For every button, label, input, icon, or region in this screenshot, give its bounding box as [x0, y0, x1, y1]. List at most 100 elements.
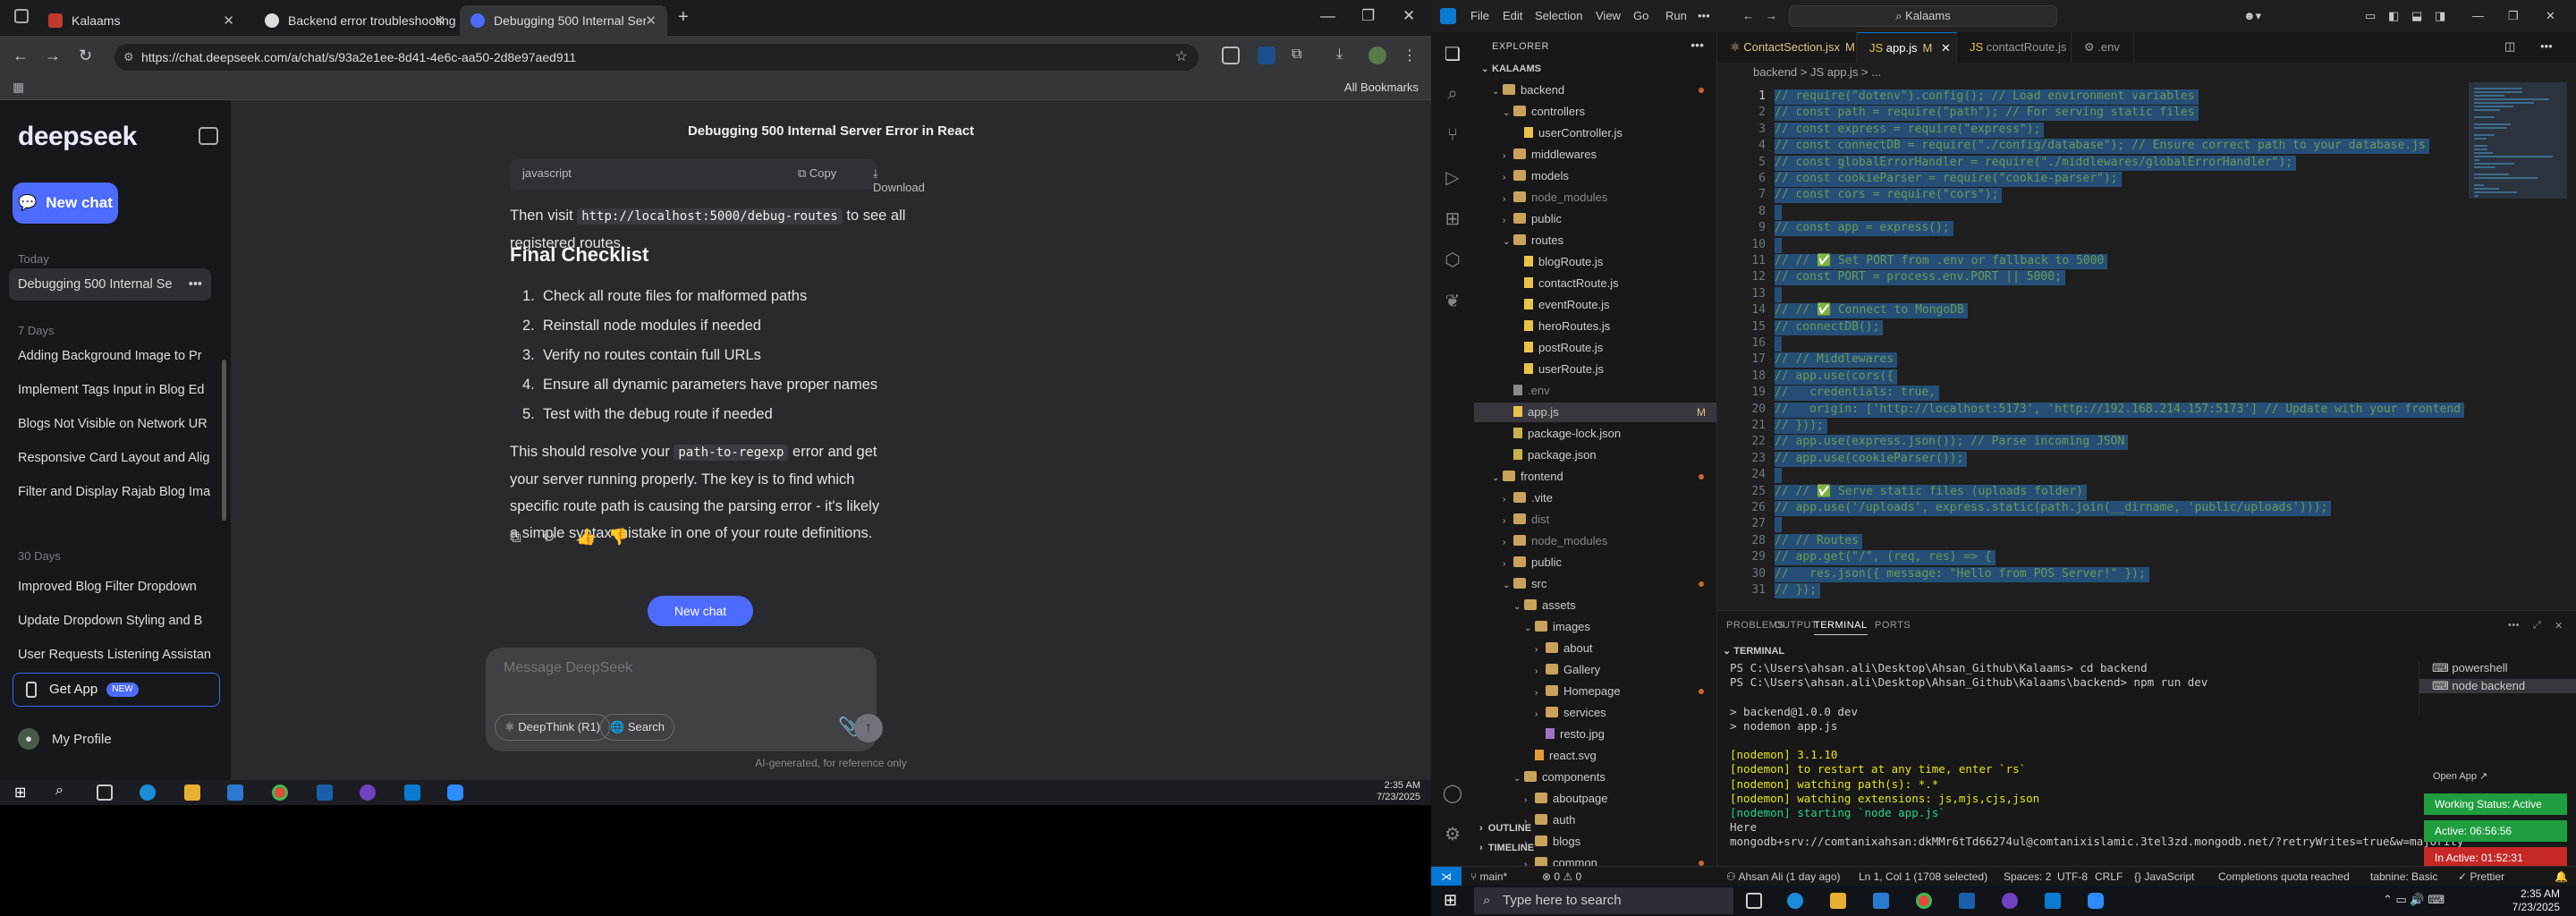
bookmark-star-icon[interactable]: ☆ — [1175, 44, 1188, 71]
copy-icon[interactable]: ⧉ — [510, 528, 528, 546]
zoom-icon[interactable] — [447, 785, 463, 801]
profile-avatar[interactable] — [1368, 47, 1386, 64]
panel-tab-terminal[interactable]: TERMINAL — [1814, 620, 1868, 635]
tree-file[interactable]: react.svg — [1474, 746, 1716, 766]
cursor-position[interactable]: Ln 1, Col 1 (1708 selected) — [1859, 867, 1987, 886]
deepthink-button[interactable]: ⚛ DeepThink (R1) — [495, 714, 611, 741]
toggle-panel-icon[interactable]: ⬓ — [2411, 9, 2422, 23]
nav-back-icon[interactable]: ← — [1742, 9, 1754, 22]
code-line[interactable]: // app.get("/", (req, res) => { — [1775, 550, 1996, 566]
chat-item[interactable]: Filter and Display Rajab Blog Ima — [9, 476, 211, 508]
close-window-icon[interactable]: ✕ — [2546, 9, 2555, 23]
tree-file[interactable]: contactRoute.js — [1474, 274, 1716, 293]
file-explorer-icon[interactable] — [1830, 893, 1846, 909]
windows-start-icon[interactable]: ⊞ — [14, 784, 30, 801]
chrome-icon[interactable] — [1916, 893, 1932, 909]
tree-file[interactable]: package.json — [1474, 445, 1716, 465]
code-line[interactable]: // app.use(cors({ — [1775, 369, 1898, 385]
accounts-icon[interactable]: ◯ — [1442, 782, 1463, 803]
tabnine-status[interactable]: tabnine: Basic — [2370, 867, 2437, 886]
tree-folder[interactable]: › aboutpage — [1474, 789, 1716, 809]
breadcrumb[interactable]: backend > JS app.js > ... — [1717, 63, 2576, 82]
menu-go[interactable]: Go — [1633, 9, 1648, 22]
tree-file[interactable]: userController.js — [1474, 123, 1716, 143]
chat-item[interactable]: Debugging 500 Internal Se ••• — [9, 268, 211, 301]
code-line[interactable]: // const globalErrorHandler = require(".… — [1775, 155, 2297, 171]
tree-folder[interactable]: ⌄ controllers — [1474, 102, 1716, 122]
chat-item[interactable]: Improved Blog Filter Dropdown — [9, 571, 211, 603]
run-debug-icon[interactable]: ▷ — [1442, 166, 1463, 188]
code-line[interactable]: // // Middlewares — [1775, 352, 1898, 369]
tree-file[interactable]: package-lock.json — [1474, 424, 1716, 444]
code-line[interactable]: // app.use(cookieParser()); — [1775, 451, 1968, 467]
code-line[interactable] — [1775, 468, 1782, 484]
terminal-powershell[interactable]: ⌨ powershell — [2432, 661, 2508, 675]
download-button[interactable]: ⤓ Download — [873, 166, 925, 194]
new-chat-button[interactable]: 💬 New chat — [13, 182, 118, 224]
tree-folder[interactable]: › dist — [1474, 510, 1716, 530]
store-icon[interactable] — [1873, 893, 1889, 909]
my-profile[interactable]: ● My Profile — [18, 728, 112, 750]
extensions-puzzle-icon[interactable]: ⧉ — [1292, 47, 1309, 64]
command-center[interactable]: ⌕ Kalaams — [1789, 5, 2057, 27]
apps-icon[interactable]: ▦ — [13, 80, 24, 95]
menu-selection[interactable]: Selection — [1535, 9, 1582, 22]
tree-file[interactable]: postRoute.js — [1474, 338, 1716, 358]
code-line[interactable] — [1775, 286, 1782, 302]
code-line[interactable]: // // ✅ Set PORT from .env or fallback t… — [1775, 254, 2108, 269]
encoding[interactable]: UTF-8 — [2057, 867, 2088, 886]
menu-run[interactable]: Run — [1665, 9, 1687, 22]
new-chat-button-center[interactable]: New chat — [648, 596, 753, 626]
right-clock[interactable]: 2:35 AM 7/23/2025 — [2512, 887, 2560, 914]
taskbar-search[interactable]: ⌕ Type here to search — [1474, 887, 1733, 914]
tree-file[interactable]: app.js M — [1474, 403, 1716, 422]
close-icon[interactable]: ✕ — [1941, 41, 1951, 55]
extension-icon[interactable] — [1258, 47, 1275, 64]
chat-item[interactable]: Adding Background Image to Pr — [9, 340, 211, 372]
completions-quota[interactable]: Completions quota reached — [2218, 867, 2350, 886]
line-ending[interactable]: CRLF — [2095, 867, 2123, 886]
vscode-icon[interactable] — [404, 785, 420, 801]
tree-folder[interactable]: › node_modules — [1474, 531, 1716, 551]
edge-icon[interactable] — [1787, 893, 1803, 909]
toggle-sidebar-icon[interactable]: ◧ — [2388, 9, 2399, 23]
thumbs-up-icon[interactable]: 👍 — [576, 528, 596, 546]
code-line[interactable]: // res.json({ message: "Hello from POS S… — [1775, 566, 2149, 582]
code-line[interactable]: // }); — [1775, 583, 1820, 598]
code-line[interactable]: // origin: ['http://localhost:5173', 'ht… — [1775, 402, 2465, 418]
tree-folder[interactable]: › node_modules — [1474, 188, 1716, 208]
minimap[interactable] — [2469, 82, 2567, 610]
tree-folder[interactable]: ⌄ components — [1474, 768, 1716, 787]
tree-file[interactable]: resto.jpg — [1474, 725, 1716, 744]
sidebar-collapse-icon[interactable] — [199, 127, 218, 145]
editor-tab-contactroute[interactable]: JS contactRoute.js — [1957, 32, 2072, 63]
chat-item[interactable]: Responsive Card Layout and Alig — [9, 442, 211, 474]
maximize-icon[interactable]: ❐ — [2508, 9, 2519, 23]
tree-folder[interactable]: ⌄ routes — [1474, 231, 1716, 250]
browser-tab-kalaams[interactable]: Kalaams ✕ — [38, 5, 245, 36]
extension-icon[interactable] — [1222, 47, 1240, 64]
extensions-icon[interactable]: ⊞ — [1442, 208, 1463, 229]
tree-folder[interactable]: › about — [1474, 639, 1716, 658]
tree-folder[interactable]: › Homepage — [1474, 682, 1716, 701]
code-line[interactable]: // })); — [1775, 419, 1827, 434]
explorer-icon[interactable]: ❏ — [1442, 43, 1463, 64]
tab-search-icon[interactable] — [14, 9, 29, 23]
maximize-icon[interactable]: ❐ — [1361, 7, 1375, 25]
problems-count[interactable]: ⊗ 0 ⚠ 0 — [1542, 867, 1581, 886]
download-icon[interactable]: ⤓ — [1336, 47, 1354, 64]
terminal-node-backend[interactable]: ⌨ node backend — [2419, 679, 2576, 693]
tree-folder[interactable]: ⌄ KALAAMS — [1474, 59, 1716, 79]
task-view-icon[interactable] — [1746, 893, 1762, 909]
edge-icon[interactable] — [140, 785, 156, 801]
code-line[interactable]: // require("dotenv").config(); // Load e… — [1775, 89, 2199, 105]
code-line[interactable] — [1775, 517, 1782, 533]
copy-button[interactable]: ⧉ Copy — [798, 166, 836, 181]
timeline-section[interactable]: › TIMELINE — [1474, 843, 1717, 853]
get-app-button[interactable]: Get App NEW — [13, 673, 220, 707]
code-line[interactable]: // const connectDB = require("./config/d… — [1775, 139, 2429, 155]
language-mode[interactable]: {} JavaScript — [2134, 867, 2194, 886]
github-icon[interactable] — [360, 785, 376, 801]
close-icon[interactable]: ✕ — [645, 13, 657, 29]
tree-folder[interactable]: ⌄ backend — [1474, 81, 1716, 100]
